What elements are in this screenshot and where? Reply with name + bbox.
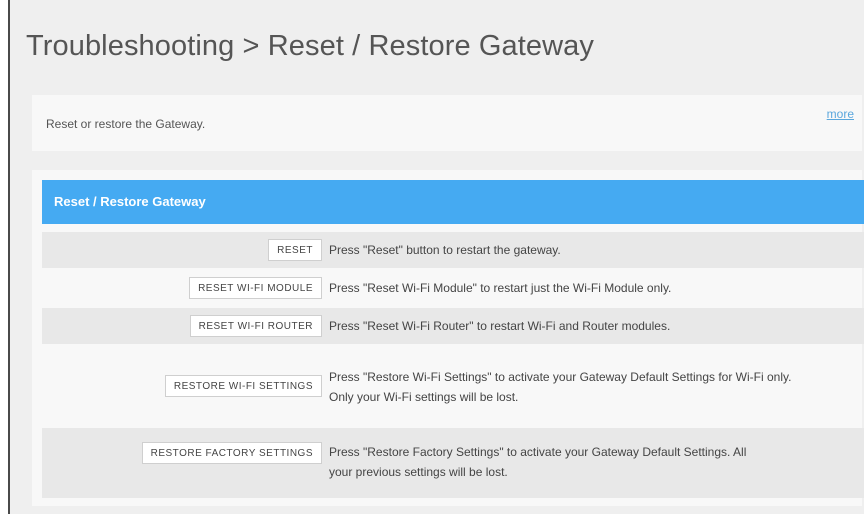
- reset-wifi-router-button[interactable]: RESET WI-FI ROUTER: [189, 315, 322, 337]
- restore-factory-settings-description: Press "Restore Factory Settings" to acti…: [329, 445, 747, 479]
- description-text: Reset or restore the Gateway.: [46, 117, 206, 131]
- reset-description: Press "Reset" button to restart the gate…: [329, 243, 561, 257]
- restore-wifi-settings-button[interactable]: RESTORE WI-FI SETTINGS: [164, 375, 322, 397]
- panel-header-title: Reset / Restore Gateway: [54, 194, 206, 209]
- reset-button[interactable]: RESET: [268, 239, 322, 261]
- row-restore-factory-settings: RESTORE FACTORY SETTINGS Press "Restore …: [42, 428, 864, 498]
- row-restore-wifi-settings: RESTORE WI-FI SETTINGS Press "Restore Wi…: [42, 346, 864, 426]
- reset-wifi-module-description: Press "Reset Wi-Fi Module" to restart ju…: [329, 281, 672, 295]
- more-link[interactable]: more: [827, 107, 854, 121]
- row-reset-wifi-router: RESET WI-FI ROUTER Press "Reset Wi-Fi Ro…: [42, 308, 864, 344]
- restore-wifi-settings-description: Press "Restore Wi-Fi Settings" to activa…: [329, 370, 792, 404]
- restore-factory-settings-button[interactable]: RESTORE FACTORY SETTINGS: [141, 442, 322, 464]
- page-title: Troubleshooting > Reset / Restore Gatewa…: [26, 30, 595, 62]
- row-reset-wifi-module: RESET WI-FI MODULE Press "Reset Wi-Fi Mo…: [42, 270, 864, 306]
- reset-restore-panel: Reset / Restore Gateway RESET Press "Res…: [32, 170, 864, 506]
- panel-header: Reset / Restore Gateway: [42, 180, 864, 224]
- content-frame: Troubleshooting > Reset / Restore Gatewa…: [8, 0, 864, 514]
- reset-wifi-router-description: Press "Reset Wi-Fi Router" to restart Wi…: [329, 319, 671, 333]
- row-reset: RESET Press "Reset" button to restart th…: [42, 232, 864, 268]
- description-box: Reset or restore the Gateway. more: [32, 95, 862, 151]
- reset-wifi-module-button[interactable]: RESET WI-FI MODULE: [189, 277, 322, 299]
